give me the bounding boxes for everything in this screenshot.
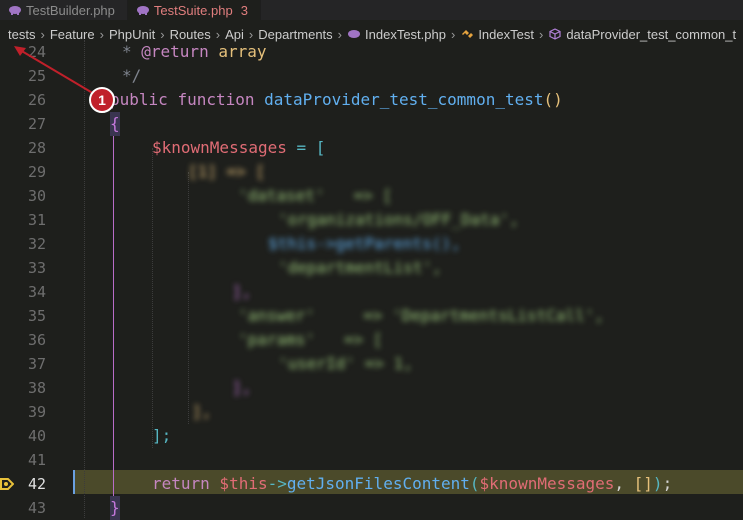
line-number: 35	[27, 307, 46, 325]
line-number: 33	[27, 259, 46, 277]
code-line-31: 'organizations/OFF_Data',	[278, 210, 519, 229]
line-number: 31	[27, 211, 46, 229]
class-symbol-icon	[460, 28, 474, 40]
code-line-32: $this->getParents(),	[268, 234, 461, 253]
line-number: 24	[27, 43, 46, 61]
line-number: 37	[27, 355, 46, 373]
code-line-27: {	[110, 112, 120, 136]
line-number: 39	[27, 403, 46, 421]
tab-label: TestBuilder.php	[26, 2, 115, 18]
cursor-line-indicator	[73, 470, 75, 494]
line-number: 43	[27, 499, 46, 517]
line-number: 26	[27, 91, 46, 109]
tab-label: TestSuite.php	[153, 2, 233, 18]
php-elephant-icon	[347, 28, 361, 40]
code-line-43: }	[110, 496, 120, 520]
indent-guide	[188, 172, 189, 424]
line-number: 32	[27, 235, 46, 253]
code-line-24: * @return array	[122, 42, 267, 61]
tab-testsuite[interactable]: TestSuite.php 3	[127, 0, 261, 20]
code-line-40: ];	[152, 426, 172, 445]
code-line-30: 'dataset' => [	[238, 186, 393, 205]
tab-testbuilder[interactable]: TestBuilder.php	[0, 0, 128, 20]
code-line-26: public function dataProvider_test_common…	[110, 90, 563, 109]
code-line-42: return $this->getJsonFilesContent($known…	[152, 474, 673, 493]
php-elephant-icon	[136, 5, 150, 15]
line-number: 27	[27, 115, 46, 133]
code-line-25: */	[122, 66, 142, 85]
php-elephant-icon	[8, 5, 22, 15]
bracket-pair-guide	[113, 124, 114, 518]
code-line-35: 'answer' => 'DepartmentsListCall',	[238, 306, 605, 325]
code-editor[interactable]: 24 25 26 27 28 29 30 31 32 33 34 35 36 3…	[0, 40, 743, 520]
line-number: 38	[27, 379, 46, 397]
code-line-33: 'departmentList',	[278, 258, 442, 277]
code-line-36: 'params' => [	[238, 330, 383, 349]
line-number: 25	[27, 67, 46, 85]
code-line-29: [1] => [	[188, 162, 266, 181]
debug-current-line-icon[interactable]	[0, 476, 15, 490]
line-number: 40	[27, 427, 46, 445]
annotation-marker: 1	[89, 87, 115, 113]
editor-tab-bar: TestBuilder.php TestSuite.php 3	[0, 0, 743, 20]
line-number: 36	[27, 331, 46, 349]
method-cube-icon	[548, 28, 562, 40]
code-line-28: $knownMessages = [	[152, 138, 326, 157]
line-number: 29	[27, 163, 46, 181]
line-number: 30	[27, 187, 46, 205]
problem-count-badge: 3	[240, 2, 248, 18]
indent-guide	[84, 40, 85, 518]
line-number: 41	[27, 451, 46, 469]
line-number: 28	[27, 139, 46, 157]
code-line-38: ],	[232, 378, 252, 397]
code-line-39: ],	[192, 402, 212, 421]
code-line-37: 'userId' => 1,	[278, 354, 413, 373]
code-line-34: ],	[232, 282, 252, 301]
line-number: 34	[27, 283, 46, 301]
indent-guide	[152, 148, 153, 448]
